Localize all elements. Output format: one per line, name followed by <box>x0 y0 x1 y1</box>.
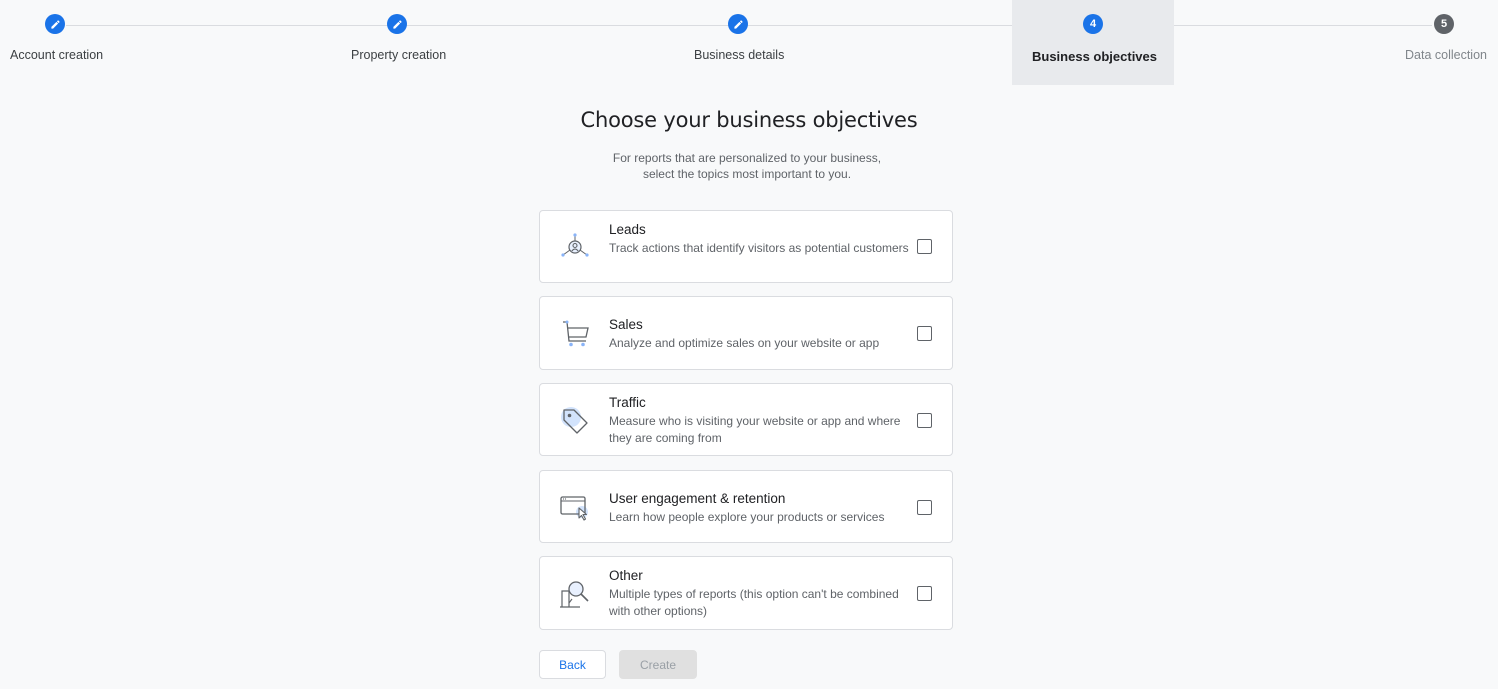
step-number: 4 <box>1083 14 1103 34</box>
shopping-cart-icon <box>558 317 592 351</box>
objective-title: User engagement & retention <box>609 491 786 506</box>
objective-description: Multiple types of reports (this option c… <box>609 587 899 618</box>
pencil-icon <box>387 14 407 34</box>
step-label: Business details <box>694 48 785 62</box>
screen-cursor-icon <box>558 491 592 525</box>
step-label: Data collection <box>1405 48 1487 62</box>
step-number: 5 <box>1434 14 1454 34</box>
step-business-objectives: 4 Business objectives <box>1012 0 1174 85</box>
objective-title: Sales <box>609 317 643 332</box>
objective-description: Measure who is visiting your website or … <box>609 414 901 445</box>
leads-checkbox[interactable] <box>917 239 932 254</box>
objective-title: Other <box>609 568 643 583</box>
objective-description: Learn how people explore your products o… <box>609 510 885 524</box>
step-property-creation[interactable]: Property creation <box>340 0 460 85</box>
magnifier-icon <box>558 577 592 611</box>
objective-card-sales[interactable]: Sales Analyze and optimize sales on your… <box>539 296 953 370</box>
objective-card-leads[interactable]: Leads Track actions that identify visito… <box>539 210 953 283</box>
pencil-icon <box>45 14 65 34</box>
tag-icon <box>558 404 592 438</box>
user-engagement-checkbox[interactable] <box>917 500 932 515</box>
step-label: Business objectives <box>1032 49 1157 64</box>
step-label: Property creation <box>351 48 447 62</box>
objective-title: Leads <box>609 222 646 237</box>
sales-checkbox[interactable] <box>917 326 932 341</box>
step-account-creation[interactable]: Account creation <box>0 0 120 85</box>
objective-card-traffic[interactable]: Traffic Measure who is visiting your web… <box>539 383 953 456</box>
page-title: Choose your business objectives <box>580 108 918 132</box>
objective-description: Track actions that identify visitors as … <box>609 241 909 255</box>
back-button[interactable]: Back <box>539 650 606 679</box>
subtitle-line: For reports that are personalized to you… <box>612 151 882 165</box>
create-button[interactable]: Create <box>619 650 697 679</box>
leads-icon <box>558 231 592 265</box>
pencil-icon <box>728 14 748 34</box>
step-business-details[interactable]: Business details <box>680 0 800 85</box>
objective-card-other[interactable]: Other Multiple types of reports (this op… <box>539 556 953 630</box>
objective-description: Analyze and optimize sales on your websi… <box>609 336 880 350</box>
page-subtitle: For reports that are personalized to you… <box>597 150 897 182</box>
step-data-collection: 5 Data collection <box>1390 0 1498 85</box>
objective-card-user-engagement[interactable]: User engagement & retention Learn how pe… <box>539 470 953 543</box>
subtitle-line: select the topics most important to you. <box>642 167 852 181</box>
setup-stepper: Account creation Property creation Busin… <box>0 0 1498 85</box>
other-checkbox[interactable] <box>917 586 932 601</box>
traffic-checkbox[interactable] <box>917 413 932 428</box>
step-label: Account creation <box>10 48 104 62</box>
objective-title: Traffic <box>609 395 646 410</box>
